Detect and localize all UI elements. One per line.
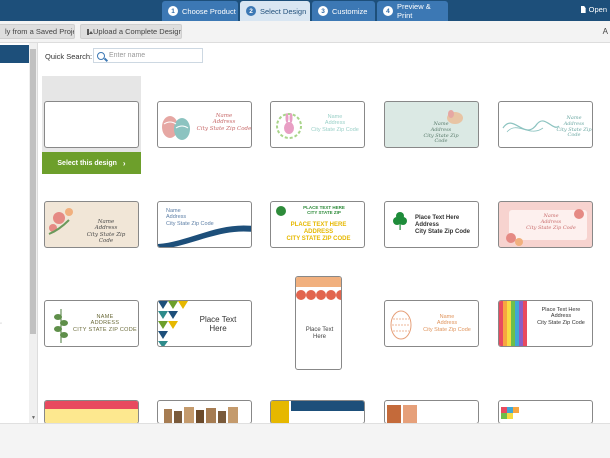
step-number: 3 — [318, 6, 328, 16]
design-ornate-egg[interactable]: Name Address City State Zip Code — [384, 300, 479, 347]
design-blank[interactable] — [44, 101, 139, 148]
design-geometric-triangles[interactable]: Place Text Here — [157, 300, 252, 347]
select-design-label: Select this design — [57, 159, 117, 167]
label-line3: PLACE TEXT HERE — [290, 222, 347, 228]
label-line5: CITY STATE ZIP CODE — [286, 235, 351, 242]
label-line1: Place Text Here — [415, 215, 460, 221]
label-csz: City State Zip Code — [86, 231, 126, 244]
blue-photo-banner — [271, 401, 364, 423]
label-line2: Here — [209, 324, 227, 334]
open-button[interactable]: Open — [580, 5, 607, 14]
design-rainbow-stripes[interactable]: Place Text Here Address City State Zip C… — [498, 300, 593, 347]
design-vertical-dots[interactable]: Place Text Here — [295, 276, 342, 370]
step-choose-product[interactable]: 1 Choose Product — [162, 1, 238, 21]
label-csz: City State Zip Code — [196, 125, 252, 132]
design-mint-easter[interactable]: Name Address City State Zip Code — [384, 101, 479, 148]
label-line2: Here — [312, 333, 326, 340]
label-line3: City State Zip Code — [415, 228, 471, 235]
label-csz: City State Zip Code — [166, 220, 214, 227]
scrollbar-thumb[interactable] — [30, 49, 36, 334]
select-design-button[interactable]: Select this design › — [42, 152, 141, 174]
design-easter-bunny[interactable]: Name Address City State Zip Code — [270, 101, 365, 148]
label-csz: City State Zip Code — [423, 132, 459, 145]
design-blue-wave[interactable]: Name Address City State Zip Code — [157, 201, 252, 248]
sidebar-selected-item[interactable] — [0, 45, 29, 63]
label-csz: City State Zip Code — [556, 126, 592, 139]
label-line1: Place Text — [305, 327, 334, 333]
design-herb-sprig[interactable]: NAME ADDRESS CITY STATE ZIP CODE — [44, 300, 139, 347]
bookshelf-illustration — [164, 407, 238, 423]
step-number: 1 — [168, 6, 178, 16]
label-line4: ADDRESS — [303, 228, 334, 235]
open-saved-project-button[interactable]: ly from a Saved Project — [0, 24, 75, 39]
label-csz: City State Zip Code — [311, 126, 359, 133]
label-line1: Place Text — [199, 315, 237, 324]
quick-search-box[interactable] — [93, 48, 203, 63]
dots-pattern — [296, 277, 341, 300]
sidebar-scrollbar[interactable]: ▼ — [29, 43, 37, 423]
image-icon — [87, 28, 93, 35]
toolbar-right-label: A — [602, 27, 608, 36]
photo-collage — [387, 405, 417, 423]
open-label: Open — [588, 5, 607, 14]
label-csz: CITY STATE ZIP CODE — [73, 326, 137, 333]
top-nav-bar: 1 Choose Product 2 Select Design 3 Custo… — [0, 0, 610, 21]
document-icon — [580, 6, 586, 13]
label-csz: City State Zip Code — [423, 326, 471, 333]
label-csz: City State Zip Code — [526, 224, 576, 231]
secondary-toolbar: ly from a Saved Project Upload a Complet… — [0, 21, 610, 43]
step-customize[interactable]: 3 Customize — [312, 1, 375, 21]
design-floral-beige[interactable]: Name Address City State Zip Code — [44, 201, 139, 248]
step-preview-print[interactable]: 4 Preview & Print — [377, 1, 448, 21]
step-label: Preview & Print — [396, 2, 431, 20]
step-label: Choose Product — [182, 6, 236, 16]
bottom-panel — [0, 423, 610, 458]
design-row4-3[interactable] — [270, 400, 365, 424]
search-icon — [97, 51, 105, 60]
upload-label: Upload a Complete Design — [93, 27, 182, 36]
step-label: Select Design — [260, 6, 307, 16]
label-line3: City State Zip Code — [537, 319, 585, 326]
upload-design-button[interactable]: Upload a Complete Design — [80, 24, 182, 39]
colorful-squares — [501, 407, 519, 419]
design-shamrock[interactable]: Place Text Here Address City State Zip C… — [384, 201, 479, 248]
step-number: 4 — [383, 6, 393, 16]
design-row4-4[interactable] — [384, 400, 479, 424]
quick-search-label: Quick Search: — [45, 52, 93, 61]
design-easter-eggs[interactable]: Name Address City State Zip Code — [157, 101, 252, 148]
design-yellow-green[interactable]: PLACE TEXT HERE CITY STATE ZIP PLACE TEX… — [270, 201, 365, 248]
search-input[interactable] — [109, 52, 199, 59]
design-row4-2[interactable] — [157, 400, 252, 424]
step-label: Customize — [332, 6, 368, 16]
label-line2: CITY STATE ZIP — [307, 210, 341, 216]
label-line2: Address — [415, 221, 440, 228]
step-number: 2 — [246, 6, 256, 16]
design-row4-5[interactable] — [498, 400, 593, 424]
design-pink-roses[interactable]: Name Address City State Zip Code — [498, 201, 593, 248]
sidebar-marker: ◦ — [0, 321, 3, 327]
step-select-design[interactable]: 2 Select Design — [240, 1, 310, 21]
category-sidebar: ◦ ▼ — [0, 43, 38, 423]
open-saved-label: ly from a Saved Project — [5, 27, 75, 36]
scroll-down-arrow-icon[interactable]: ▼ — [31, 415, 36, 421]
design-swirl-flourish[interactable]: Name Address City State Zip Code — [498, 101, 593, 148]
chevron-right-icon: › — [122, 158, 126, 168]
design-row4-1[interactable] — [44, 400, 139, 424]
colorful-pattern — [45, 401, 138, 423]
